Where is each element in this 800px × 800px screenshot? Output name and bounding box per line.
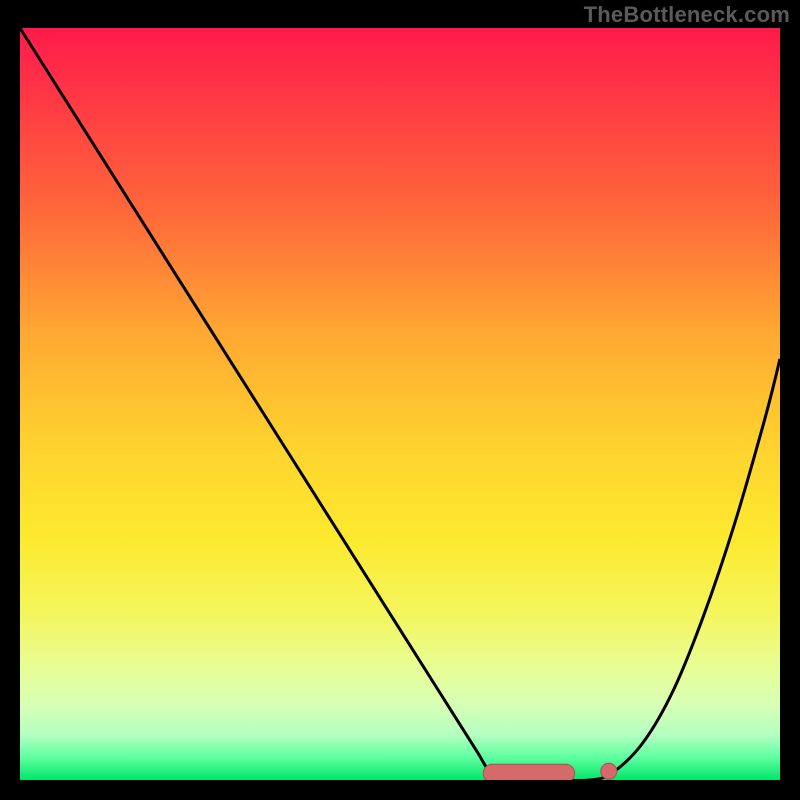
plot-area [20,28,780,780]
chart-frame: TheBottleneck.com [0,0,800,800]
optimal-range-pill [483,764,574,780]
curve-path [20,28,780,780]
watermark-text: TheBottleneck.com [584,2,790,28]
optimal-point-dot [601,763,617,779]
bottleneck-curve [20,28,780,780]
optimal-range-markers [483,763,617,780]
